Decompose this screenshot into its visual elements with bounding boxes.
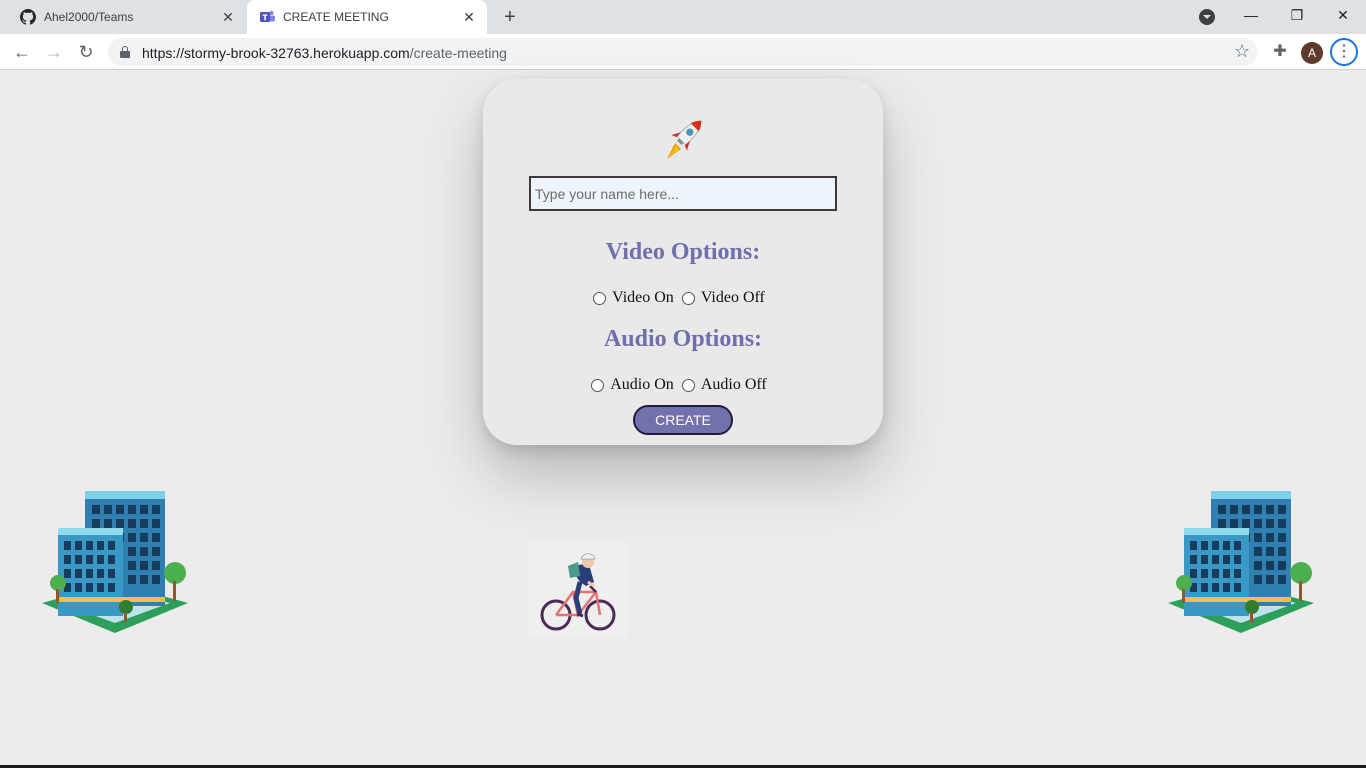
url-host: https://stormy-brook-32763.herokuapp.com (142, 45, 410, 61)
create-button[interactable]: CREATE (633, 405, 733, 435)
audio-off-label[interactable]: Audio Off (701, 376, 767, 394)
tab-search-icon[interactable] (1199, 9, 1215, 25)
audio-options-group: Audio On Audio Off (483, 376, 883, 394)
video-on-radio[interactable] (593, 291, 607, 305)
github-icon (20, 9, 36, 25)
restore-button[interactable]: ❐ (1274, 0, 1320, 30)
audio-off-radio[interactable] (681, 378, 695, 392)
lock-icon[interactable] (120, 46, 130, 58)
video-options-group: Video On Video Off (483, 289, 883, 307)
cyclist-illustration (528, 542, 628, 637)
video-options-heading: Video Options: (605, 239, 761, 265)
minimize-button[interactable]: — (1228, 0, 1274, 30)
tab-bar: Ahel2000/Teams ✕ CREATE MEETING ✕ + — ❐ … (0, 0, 1366, 34)
forward-arrow-icon[interactable]: → (42, 40, 66, 64)
audio-on-radio[interactable] (591, 378, 605, 392)
browser-toolbar: ← → ↻ https://stormy-brook-32763.herokua… (0, 34, 1366, 70)
video-on-label[interactable]: Video On (612, 289, 674, 307)
tab-title: Ahel2000/Teams (44, 10, 134, 24)
tab-github[interactable]: Ahel2000/Teams ✕ (8, 0, 246, 34)
close-icon[interactable]: ✕ (218, 7, 238, 27)
url-path: /create-meeting (409, 45, 507, 61)
audio-on-label[interactable]: Audio On (610, 376, 674, 394)
reload-icon[interactable]: ↻ (74, 40, 98, 64)
page-content: Video Options: Video On Video Off Audio … (0, 71, 1366, 765)
building-illustration-right (1168, 491, 1314, 633)
window-close-button[interactable]: ✕ (1320, 0, 1366, 30)
video-off-radio[interactable] (681, 291, 695, 305)
building-illustration-left (42, 491, 188, 633)
back-arrow-icon[interactable]: ← (10, 40, 34, 64)
tab-create-meeting[interactable]: CREATE MEETING ✕ (247, 0, 487, 34)
name-input[interactable] (529, 176, 837, 211)
rocket-icon (667, 120, 702, 159)
extensions-puzzle-icon[interactable]: ✚ (1270, 42, 1290, 62)
audio-options-heading: Audio Options: (603, 326, 763, 352)
create-meeting-card: Video Options: Video On Video Off Audio … (483, 79, 883, 445)
avatar[interactable]: A (1301, 42, 1323, 64)
close-icon[interactable]: ✕ (459, 7, 479, 27)
new-tab-button[interactable]: + (498, 5, 522, 29)
tab-title: CREATE MEETING (283, 10, 389, 24)
address-bar[interactable]: https://stormy-brook-32763.herokuapp.com… (108, 38, 1258, 66)
url-text: https://stormy-brook-32763.herokuapp.com… (142, 45, 507, 61)
kebab-menu-icon[interactable]: ⋮ (1330, 38, 1358, 66)
teams-icon (260, 11, 275, 22)
bookmark-star-icon[interactable]: ☆ (1234, 41, 1250, 62)
video-off-label[interactable]: Video Off (701, 289, 765, 307)
